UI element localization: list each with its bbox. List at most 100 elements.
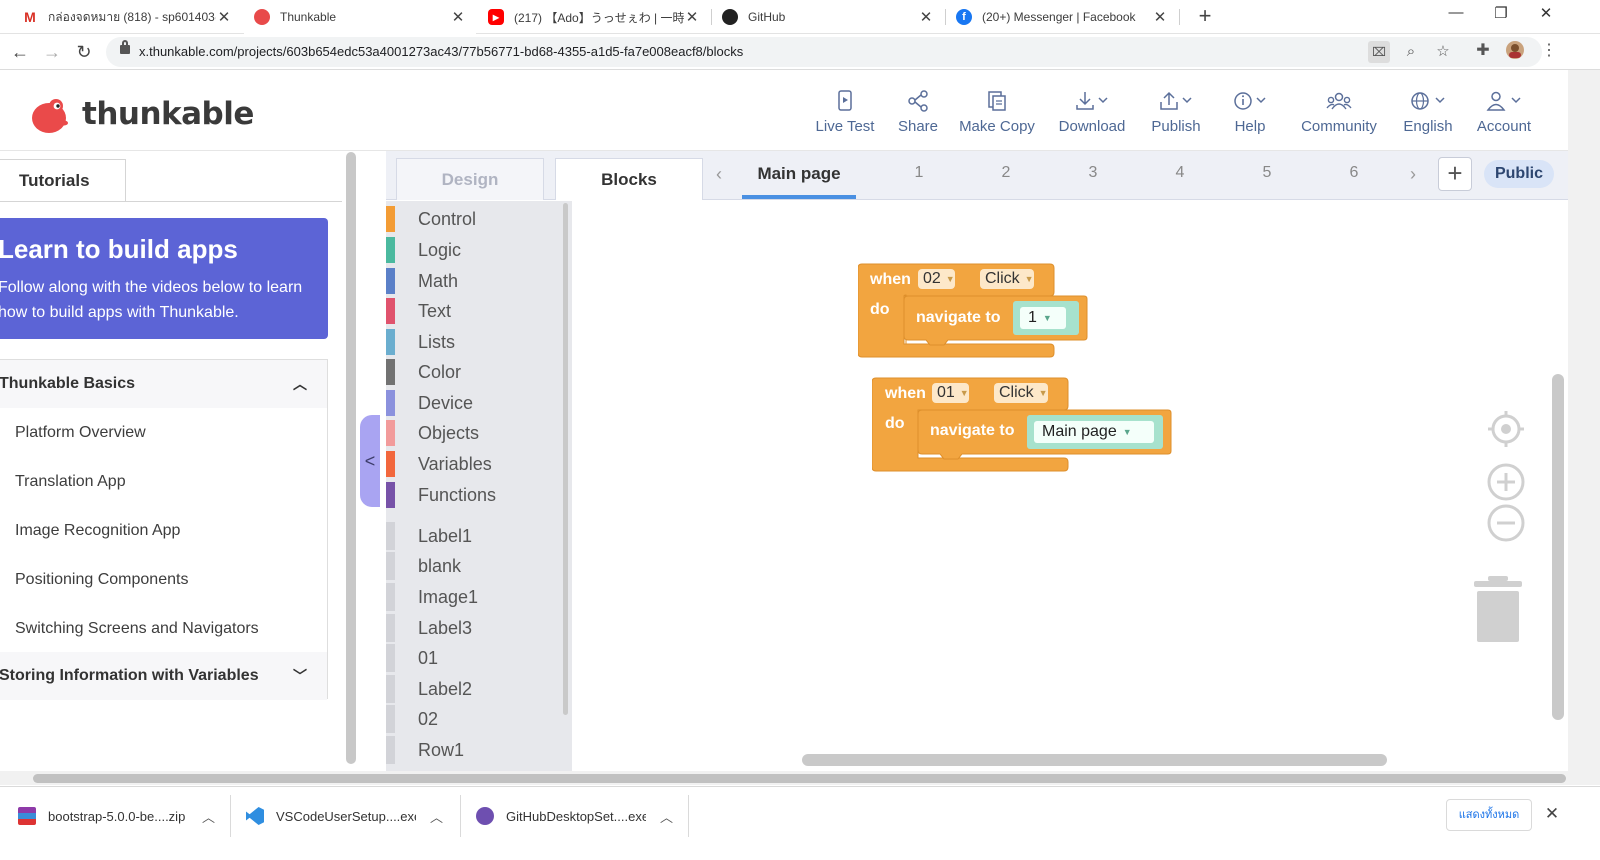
page-tab-3[interactable]: 3 — [1078, 164, 1108, 182]
zoom-in-icon[interactable] — [1486, 462, 1526, 502]
pages-next-icon[interactable]: › — [1410, 164, 1416, 185]
page-tab-6[interactable]: 6 — [1339, 164, 1369, 182]
zoom-out-icon[interactable] — [1486, 503, 1526, 543]
help-button[interactable]: Help — [1224, 88, 1276, 144]
collapse-sidebar-button[interactable]: < — [360, 415, 380, 507]
thunkable-logo-icon[interactable] — [30, 96, 70, 136]
pages-prev-icon[interactable]: ‹ — [716, 164, 722, 185]
download-item[interactable]: bootstrap-5.0.0-be....zip ︿ — [18, 786, 215, 846]
recenter-icon[interactable] — [1486, 409, 1526, 449]
palette-component[interactable]: 02 — [386, 705, 566, 733]
back-icon[interactable]: ← — [8, 40, 32, 64]
chevron-up-icon[interactable]: ︿ — [430, 807, 443, 826]
tab-tutorials[interactable]: Tutorials — [0, 159, 126, 201]
workspace-vertical-scrollbar[interactable] — [1552, 374, 1564, 720]
chevron-up-icon[interactable]: ︿ — [660, 807, 673, 826]
palette-category-logic[interactable]: Logic — [386, 237, 566, 263]
language-button[interactable]: English — [1400, 88, 1456, 144]
palette-component[interactable]: Label2 — [386, 675, 566, 703]
event-dropdown[interactable]: Click ▼ — [980, 269, 1034, 289]
tutorial-item[interactable]: Platform Overview — [15, 424, 146, 442]
palette-category-lists[interactable]: Lists — [386, 329, 566, 355]
browser-menu-icon[interactable]: ⋮ — [1538, 40, 1560, 62]
palette-category-text[interactable]: Text — [386, 298, 566, 324]
palette-category-device[interactable]: Device — [386, 390, 566, 416]
palette-category-color[interactable]: Color — [386, 359, 566, 385]
page-tab-4[interactable]: 4 — [1165, 164, 1195, 182]
translate-icon[interactable]: ⌧ — [1368, 41, 1390, 63]
tutorial-item[interactable]: Switching Screens and Navigators — [15, 620, 259, 638]
section-storing-information[interactable]: Storing Information with Variables ﹀ — [0, 652, 327, 700]
page-tab-5[interactable]: 5 — [1252, 164, 1282, 182]
account-button[interactable]: Account — [1474, 88, 1534, 144]
close-shelf-icon[interactable]: ✕ — [1540, 802, 1564, 826]
extensions-icon[interactable]: ✚ — [1472, 40, 1494, 62]
page-dropdown[interactable]: 1 ▼ — [1020, 307, 1066, 329]
bookmark-star-icon[interactable]: ☆ — [1432, 41, 1454, 63]
avatar[interactable] — [1504, 40, 1526, 62]
close-icon[interactable]: ✕ — [450, 8, 466, 26]
palette-scrollbar[interactable] — [563, 203, 568, 715]
close-icon[interactable]: ✕ — [1152, 8, 1168, 26]
globe-icon — [1400, 88, 1456, 114]
show-all-downloads-button[interactable]: แสดงทั้งหมด — [1446, 799, 1532, 831]
page-tab-main[interactable]: Main page — [742, 164, 856, 184]
workspace-horizontal-scrollbar[interactable] — [802, 754, 1387, 766]
palette-component[interactable]: blank — [386, 552, 566, 580]
close-icon[interactable]: ✕ — [216, 8, 232, 26]
minimize-icon[interactable]: — — [1441, 4, 1471, 26]
download-item[interactable]: VSCodeUserSetup....exe ︿ — [246, 786, 443, 846]
tutorial-item[interactable]: Translation App — [15, 473, 126, 491]
make-copy-button[interactable]: Make Copy — [956, 88, 1038, 144]
close-icon[interactable]: ✕ — [918, 8, 934, 26]
palette-category-math[interactable]: Math — [386, 268, 566, 294]
window-close-icon[interactable]: ✕ — [1531, 4, 1561, 26]
palette-category-control[interactable]: Control — [386, 206, 566, 232]
component-dropdown[interactable]: 02 ▼ — [918, 269, 955, 289]
tab-design[interactable]: Design — [396, 158, 544, 200]
section-thunkable-basics[interactable]: Thunkable Basics ︿ — [0, 360, 327, 408]
page-tab-1[interactable]: 1 — [904, 164, 934, 182]
share-button[interactable]: Share — [892, 88, 944, 144]
close-icon[interactable]: ✕ — [684, 8, 700, 26]
forward-icon[interactable]: → — [40, 40, 64, 64]
tutorial-item[interactable]: Positioning Components — [15, 571, 188, 589]
palette-category-variables[interactable]: Variables — [386, 451, 566, 477]
sidebar-scrollbar[interactable] — [346, 152, 356, 764]
add-page-button[interactable]: + — [1438, 157, 1472, 191]
trash-icon[interactable] — [1472, 574, 1524, 644]
browser-tab-thunkable[interactable]: Thunkable ✕ — [244, 0, 476, 34]
tutorial-item[interactable]: Image Recognition App — [15, 522, 180, 540]
palette-category-functions[interactable]: Functions — [386, 482, 566, 508]
browser-tab-youtube[interactable]: ▶ (217) 【Ado】うっせぇわ | 一時間耐久 ✕ — [478, 0, 710, 34]
palette-component[interactable]: Row1 — [386, 736, 566, 764]
chevron-up-icon[interactable]: ︿ — [202, 807, 215, 826]
palette-component[interactable]: 01 — [386, 644, 566, 672]
public-button[interactable]: Public — [1484, 160, 1554, 188]
new-tab-button[interactable]: + — [1192, 4, 1218, 30]
address-bar[interactable]: x.thunkable.com/projects/603b654edc53a40… — [106, 37, 1542, 67]
browser-tab-facebook[interactable]: f (20+) Messenger | Facebook ✕ — [946, 0, 1178, 34]
palette-component[interactable]: Label1 — [386, 522, 566, 550]
palette-component[interactable]: Image1 — [386, 583, 566, 611]
logo-text[interactable]: thunkable — [82, 96, 254, 132]
component-dropdown[interactable]: 01 ▼ — [932, 383, 969, 403]
download-item[interactable]: GitHubDesktopSet....exe ︿ — [476, 786, 673, 846]
event-dropdown[interactable]: Click ▼ — [994, 383, 1048, 403]
page-tab-2[interactable]: 2 — [991, 164, 1021, 182]
maximize-icon[interactable]: ❐ — [1486, 4, 1516, 26]
live-test-button[interactable]: Live Test — [812, 88, 878, 144]
publish-button[interactable]: Publish — [1146, 88, 1206, 144]
page-horizontal-scrollbar[interactable] — [33, 774, 1566, 783]
page-dropdown[interactable]: Main page ▼ — [1034, 421, 1154, 443]
community-button[interactable]: Community — [1296, 88, 1382, 144]
palette-category-objects[interactable]: Objects — [386, 420, 566, 446]
palette-component[interactable]: Label3 — [386, 614, 566, 642]
browser-tab-github[interactable]: GitHub ✕ — [712, 0, 944, 34]
zoom-icon[interactable]: ⌕ — [1400, 41, 1422, 63]
category-label: Variables — [418, 454, 492, 474]
download-button[interactable]: Download — [1054, 88, 1130, 144]
tab-blocks[interactable]: Blocks — [555, 158, 703, 200]
browser-tab-gmail[interactable]: M กล่องจดหมาย (818) - sp601403@g ✕ — [12, 0, 242, 34]
reload-icon[interactable]: ↻ — [72, 40, 96, 64]
